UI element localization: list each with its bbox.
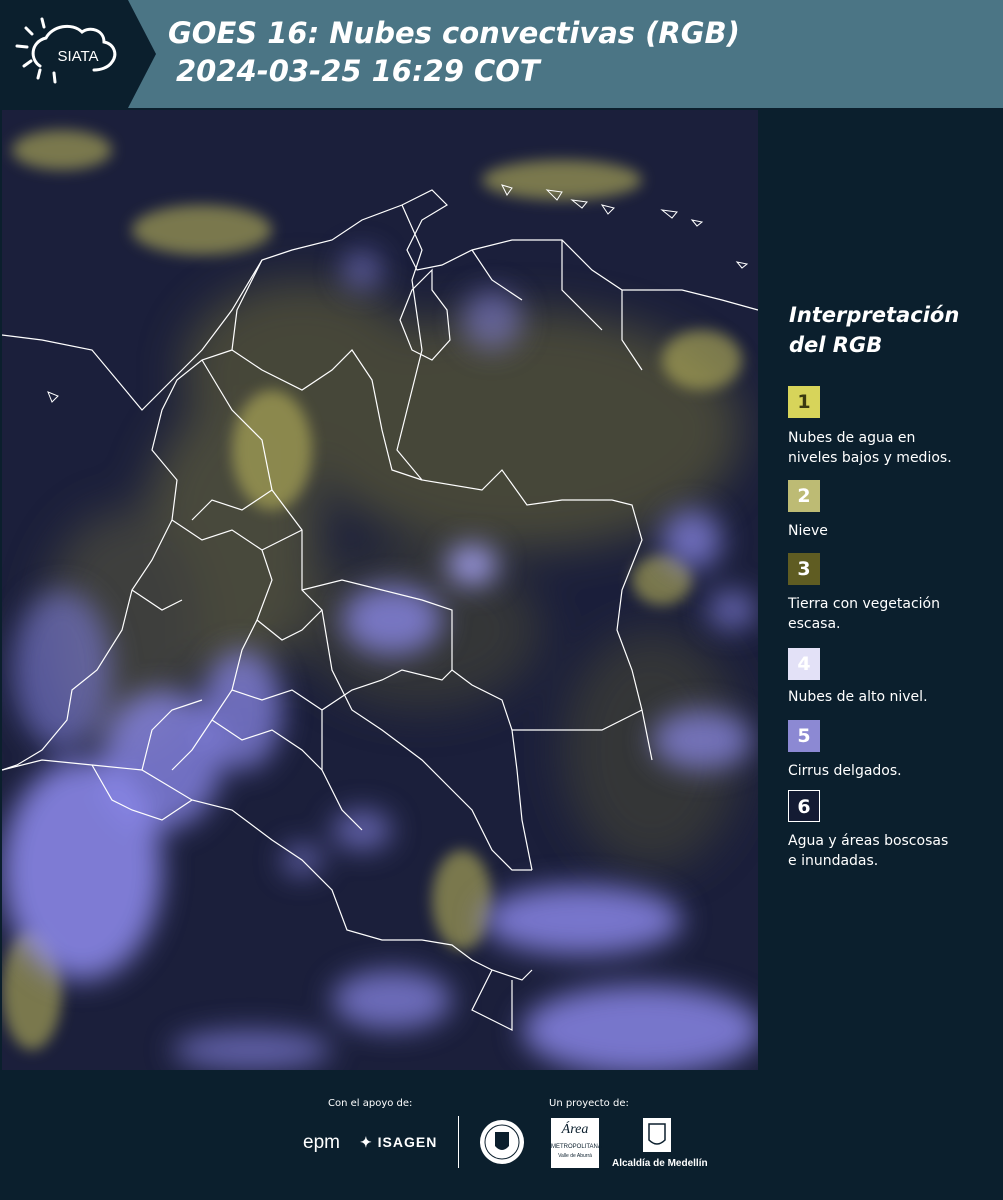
legend-label-3-line-2: escasa. (788, 616, 841, 632)
project-label: Un proyecto de: (549, 1098, 629, 1109)
legend-title-line-2: del RGB (789, 333, 883, 357)
legend-title-line-1: Interpretación (789, 303, 960, 327)
legend-label-1-line-1: Nubes de agua en (788, 430, 916, 446)
legend-swatch-3: 3 (788, 553, 820, 585)
header-bar: SIATA GOES 16: Nubes convectivas (RGB) 2… (0, 0, 1003, 108)
isagen-icon: ✦ (360, 1134, 373, 1150)
legend-swatch-1: 1 (788, 386, 820, 418)
legend-label-4: Nubes de alto nivel. (788, 687, 993, 707)
legend-label-3-line-1: Tierra con vegetación (788, 596, 940, 612)
epm-logo-text: epm (303, 1132, 340, 1153)
medellin-seal-icon (480, 1120, 524, 1164)
siata-logo-panel: SIATA (0, 0, 156, 108)
satellite-rgb-map (2, 110, 758, 1070)
title-line-2: 2024-03-25 16:29 COT (176, 54, 540, 88)
metropolitana-logo: Área METROPOLITANA Valle de Aburrá (551, 1118, 602, 1168)
legend-label-6-line-2: e inundadas. (788, 853, 879, 869)
legend-panel (760, 108, 1003, 1070)
legend-title: Interpretación del RGB (789, 300, 959, 360)
legend-label-5: Cirrus delgados. (788, 761, 993, 781)
isagen-logo: ✦ ISAGEN (360, 1134, 437, 1151)
legend-swatch-2: 2 (788, 480, 820, 512)
alcaldia-crest-icon (643, 1118, 671, 1152)
legend-label-6: Agua y áreas boscosas e inundadas. (788, 831, 993, 871)
legend-label-3: Tierra con vegetación escasa. (788, 594, 993, 634)
alcaldia-logo-text: Alcaldía de Medellín (612, 1158, 708, 1169)
footer: Con el apoyo de: Un proyecto de: epm ✦ I… (0, 1070, 1003, 1200)
legend-label-1: Nubes de agua en niveles bajos y medios. (788, 428, 993, 468)
legend-label-6-line-1: Agua y áreas boscosas (788, 833, 949, 849)
legend-label-4-line-1: Nubes de alto nivel. (788, 689, 928, 705)
metropolitana-logo-sub: Valle de Aburrá (558, 1153, 592, 1159)
legend-swatch-4: 4 (788, 648, 820, 680)
title-line-1: GOES 16: Nubes convectivas (RGB) (168, 16, 740, 50)
legend-label-2: Nieve (788, 521, 993, 541)
metropolitana-logo-name: METROPOLITANA (551, 1144, 602, 1150)
legend-label-2-line-1: Nieve (788, 523, 828, 539)
legend-swatch-5: 5 (788, 720, 820, 752)
siata-logo-text: SIATA (57, 48, 98, 65)
legend-swatch-6: 6 (788, 790, 820, 822)
support-label: Con el apoyo de: (328, 1098, 413, 1109)
legend-label-5-line-1: Cirrus delgados. (788, 763, 902, 779)
isagen-logo-text: ISAGEN (377, 1134, 438, 1150)
footer-divider (458, 1116, 459, 1168)
page-title: GOES 16: Nubes convectivas (RGB) 2024-03… (168, 14, 740, 90)
epm-logo: epm (303, 1132, 340, 1154)
metropolitana-logo-mark: Área (561, 1122, 589, 1137)
legend-label-1-line-2: niveles bajos y medios. (788, 450, 952, 466)
